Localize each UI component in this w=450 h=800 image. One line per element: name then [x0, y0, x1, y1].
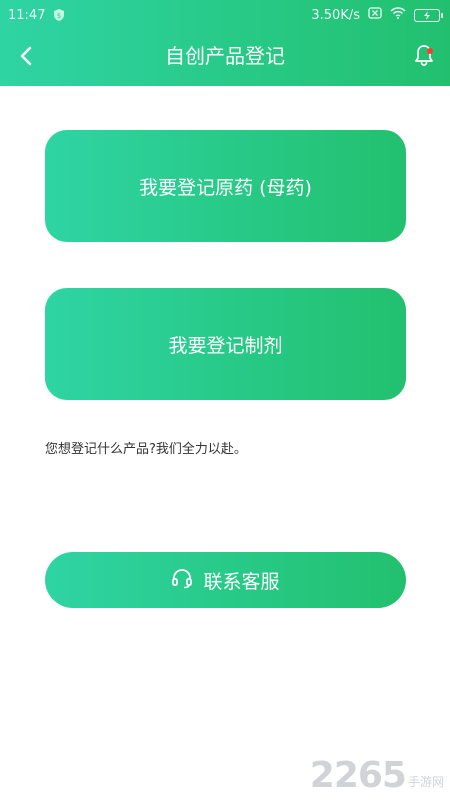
watermark-logo: 2265 手游网: [310, 758, 444, 794]
watermark-text: 手游网: [407, 775, 444, 789]
notification-dot: [427, 48, 433, 54]
network-speed: 3.50K/s: [311, 7, 360, 23]
status-bar: 11:47 $ 3.50K/s: [0, 0, 450, 30]
page-title: 自创产品登记: [165, 44, 285, 68]
contact-support-label: 联系客服: [203, 570, 280, 593]
register-formulation-label: 我要登记制剂: [168, 334, 283, 357]
sim-off-icon: [368, 7, 382, 23]
app-header: 11:47 $ 3.50K/s 自创产品登记: [0, 0, 450, 86]
shield-icon: $: [53, 8, 65, 22]
headset-icon: [171, 567, 193, 594]
contact-support-button[interactable]: 联系客服: [45, 552, 406, 608]
notification-button[interactable]: [408, 40, 440, 74]
battery-icon: [414, 8, 443, 22]
register-formulation-button[interactable]: 我要登记制剂: [45, 288, 406, 400]
register-original-button[interactable]: 我要登记原药 (母药): [45, 130, 406, 242]
watermark-number: 2265: [309, 755, 407, 796]
svg-text:$: $: [57, 12, 61, 20]
wifi-icon: [390, 7, 406, 23]
hint-text: 您想登记什么产品?我们全力以赴。: [45, 442, 247, 457]
register-original-label: 我要登记原药 (母药): [139, 176, 312, 199]
bell-icon: [413, 43, 435, 71]
chevron-left-icon: [19, 46, 33, 70]
back-button[interactable]: [10, 42, 42, 74]
nav-bar: 自创产品登记: [0, 30, 450, 86]
status-time: 11:47: [8, 7, 46, 23]
